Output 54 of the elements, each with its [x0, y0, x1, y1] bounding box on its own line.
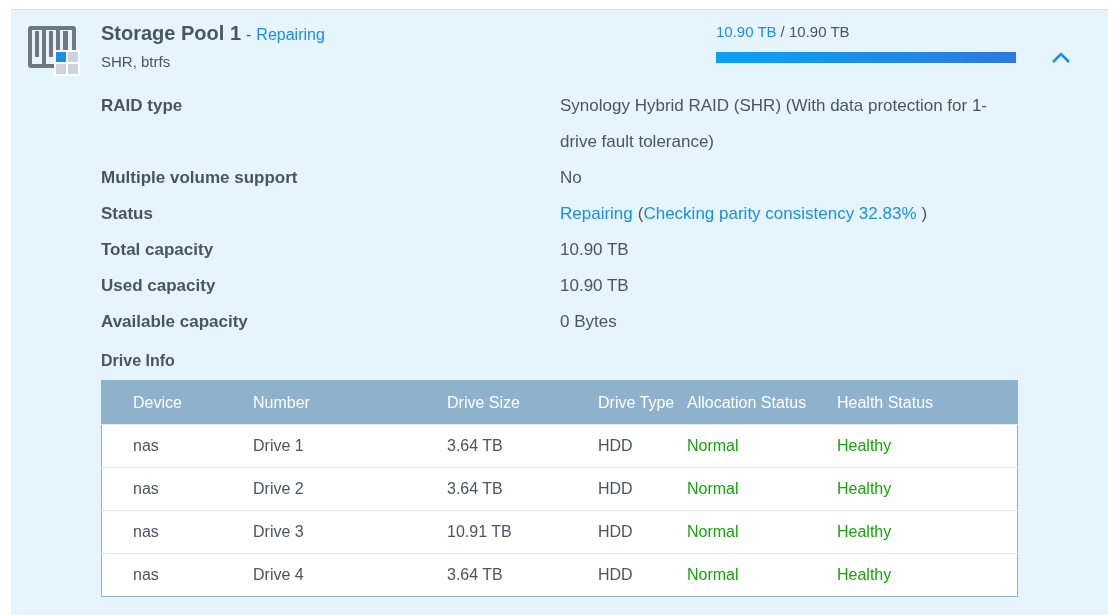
- status-cell: Normal: [687, 553, 837, 597]
- table-cell: 3.64 TB: [447, 467, 598, 511]
- detail-value: 10.90 TB: [560, 240, 629, 259]
- table-cell: Drive 3: [253, 510, 447, 554]
- status-link[interactable]: Checking parity consistency 32.83%: [643, 204, 917, 223]
- detail-label: RAID type: [101, 95, 184, 117]
- status-cell: Normal: [687, 510, 837, 554]
- column-header: Drive Type: [598, 380, 687, 425]
- pool-subtitle: SHR, btrfs: [101, 53, 172, 70]
- table-cell: Drive 4: [253, 553, 447, 597]
- title-separator: -: [246, 26, 252, 44]
- detail-label: Status: [101, 203, 154, 225]
- total-capacity: / 10.90 TB: [780, 23, 850, 40]
- pool-state: Repairing: [256, 26, 325, 44]
- table-cell: 3.64 TB: [447, 424, 598, 468]
- table-cell: nas: [101, 510, 253, 554]
- table-cell: HDD: [598, 553, 687, 597]
- status-cell: Healthy: [837, 553, 1018, 597]
- status-cell: Healthy: [837, 467, 1018, 511]
- detail-value: No: [560, 168, 582, 187]
- column-header: Allocation Status: [687, 380, 837, 425]
- detail-value: ): [921, 204, 928, 223]
- storage-pool-icon: [28, 26, 80, 76]
- status-cell: Normal: [687, 467, 837, 511]
- table-cell: nas: [101, 553, 253, 597]
- table-cell: HDD: [598, 424, 687, 468]
- table-cell: nas: [101, 467, 253, 511]
- status-link[interactable]: Repairing: [560, 204, 633, 223]
- section-title: Drive Info: [101, 351, 176, 371]
- status-cell: Healthy: [837, 510, 1018, 554]
- detail-label: Used capacity: [101, 275, 217, 297]
- used-capacity: 10.90 TB: [716, 23, 777, 40]
- detail-label: Multiple volume support: [101, 167, 299, 189]
- table-cell: Drive 1: [253, 424, 447, 468]
- detail-value: (: [637, 204, 644, 223]
- collapse-chevron-icon[interactable]: [1051, 52, 1071, 64]
- pool-title: Storage Pool 1: [101, 22, 242, 45]
- detail-label: Available capacity: [101, 311, 249, 333]
- table-cell: 3.64 TB: [447, 553, 598, 597]
- table-cell: HDD: [598, 467, 687, 511]
- table-cell: nas: [101, 424, 253, 468]
- detail-value: Synology Hybrid RAID (SHR) (With data protection for 1-drive fault tolerance): [560, 96, 988, 151]
- table-cell: 10.91 TB: [447, 510, 598, 554]
- detail-value: 0 Bytes: [560, 312, 617, 331]
- column-header: Health Status: [837, 380, 1018, 425]
- column-header: Number: [253, 380, 447, 425]
- detail-label: Total capacity: [101, 239, 215, 261]
- detail-value: 10.90 TB: [560, 276, 629, 295]
- status-cell: Normal: [687, 424, 837, 468]
- column-header: Device: [101, 380, 253, 425]
- table-cell: HDD: [598, 510, 687, 554]
- status-cell: Healthy: [837, 424, 1018, 468]
- table-cell: Drive 2: [253, 467, 447, 511]
- column-header: Drive Size: [447, 380, 598, 425]
